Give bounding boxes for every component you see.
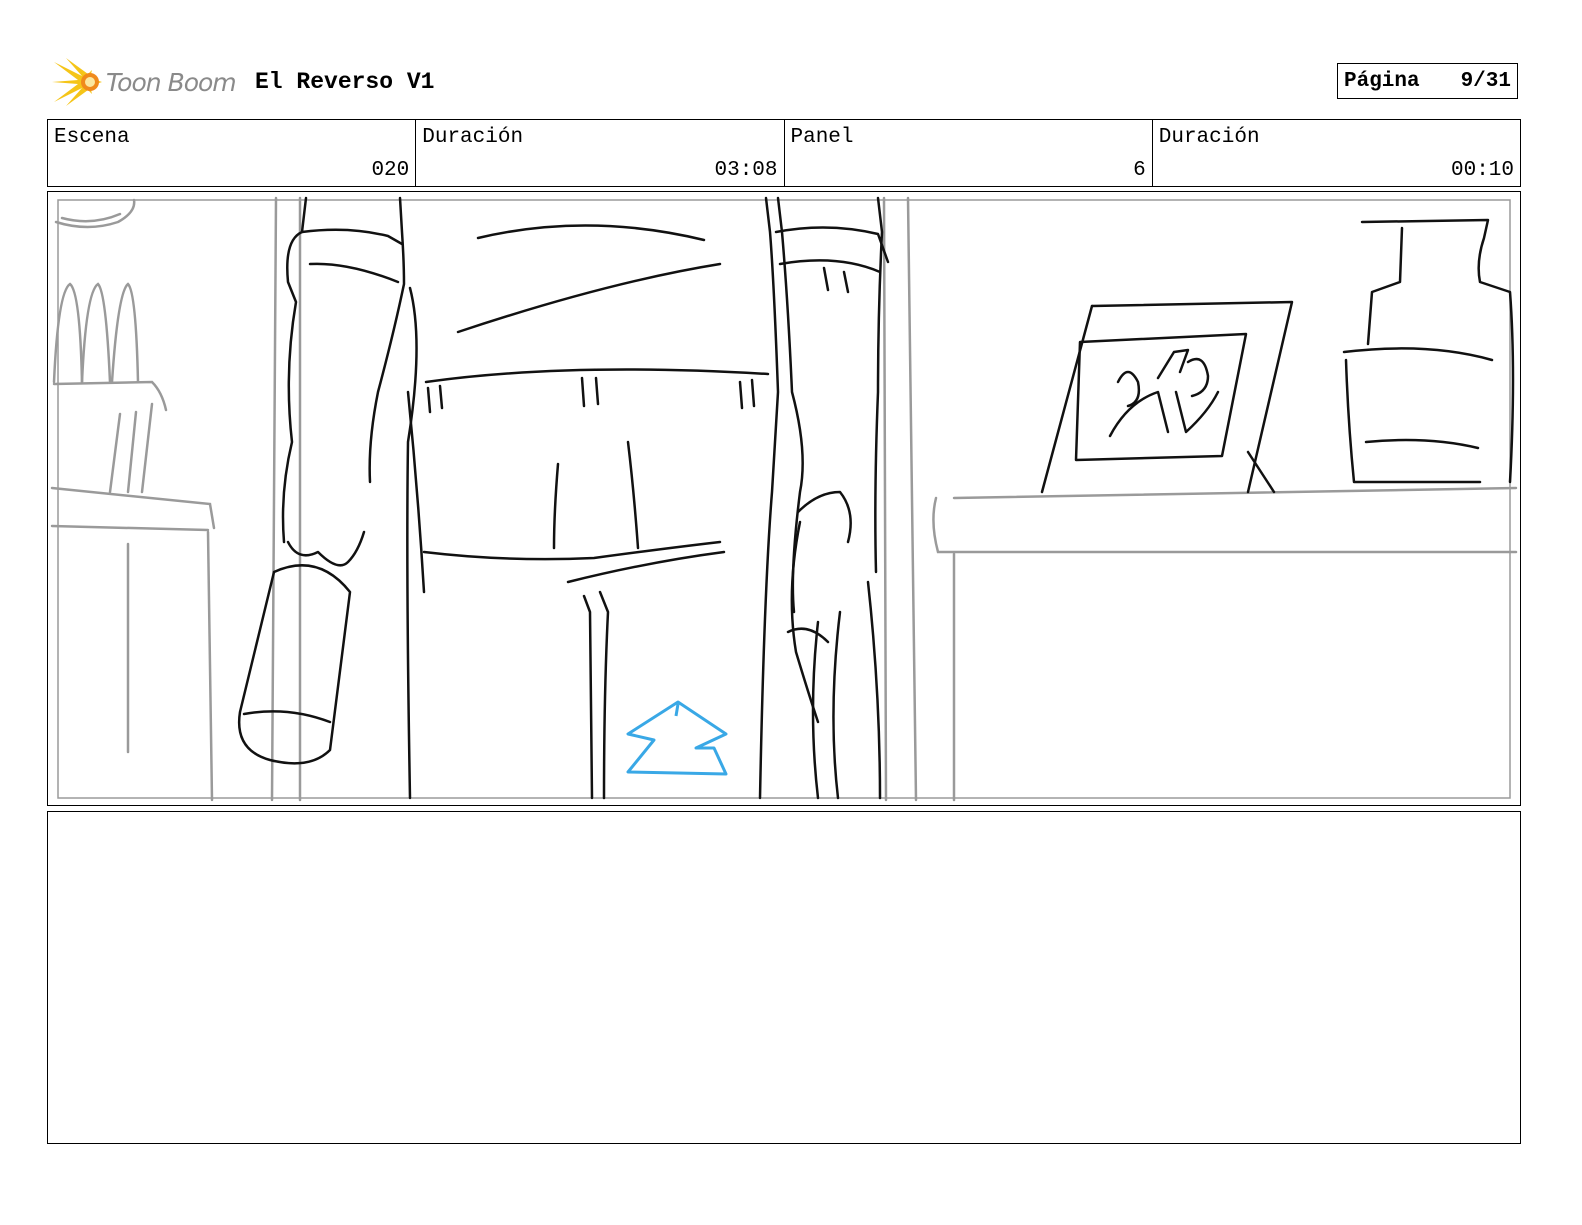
panel-duration-cell: Duración 00:10 — [1153, 120, 1520, 186]
scene-duration-value: 03:08 — [714, 159, 778, 182]
panel-cell: Panel 6 — [785, 120, 1153, 186]
page-indicator: Página 9/31 — [1337, 63, 1518, 99]
panel-info-row: Escena 020 Duración 03:08 Panel 6 Duraci… — [47, 119, 1521, 187]
scene-cell: Escena 020 — [48, 120, 417, 186]
scene-duration-label: Duración — [422, 126, 524, 149]
project-title: El Reverso V1 — [255, 69, 435, 95]
storyboard-panel — [47, 191, 1521, 806]
scene-value: 020 — [371, 159, 410, 182]
page-number: 9/31 — [1460, 69, 1511, 93]
panel-duration-label: Duración — [1158, 126, 1260, 149]
panel-sketch — [50, 196, 1518, 802]
logo-text: Toon Boom — [106, 67, 237, 97]
panel-duration-value: 00:10 — [1450, 159, 1514, 182]
scene-label: Escena — [54, 126, 130, 149]
toon-boom-logo: Toon Boom — [52, 56, 237, 108]
page-label: Página — [1344, 69, 1420, 93]
camera-move-arrow-icon — [626, 700, 728, 776]
background-sketch — [50, 196, 1518, 802]
panel-value: 6 — [1133, 159, 1146, 182]
character-sketch — [237, 196, 1515, 800]
notes-area[interactable] — [47, 811, 1521, 1144]
starburst-icon — [52, 58, 102, 106]
panel-label: Panel — [790, 126, 854, 149]
scene-duration-cell: Duración 03:08 — [416, 120, 785, 186]
